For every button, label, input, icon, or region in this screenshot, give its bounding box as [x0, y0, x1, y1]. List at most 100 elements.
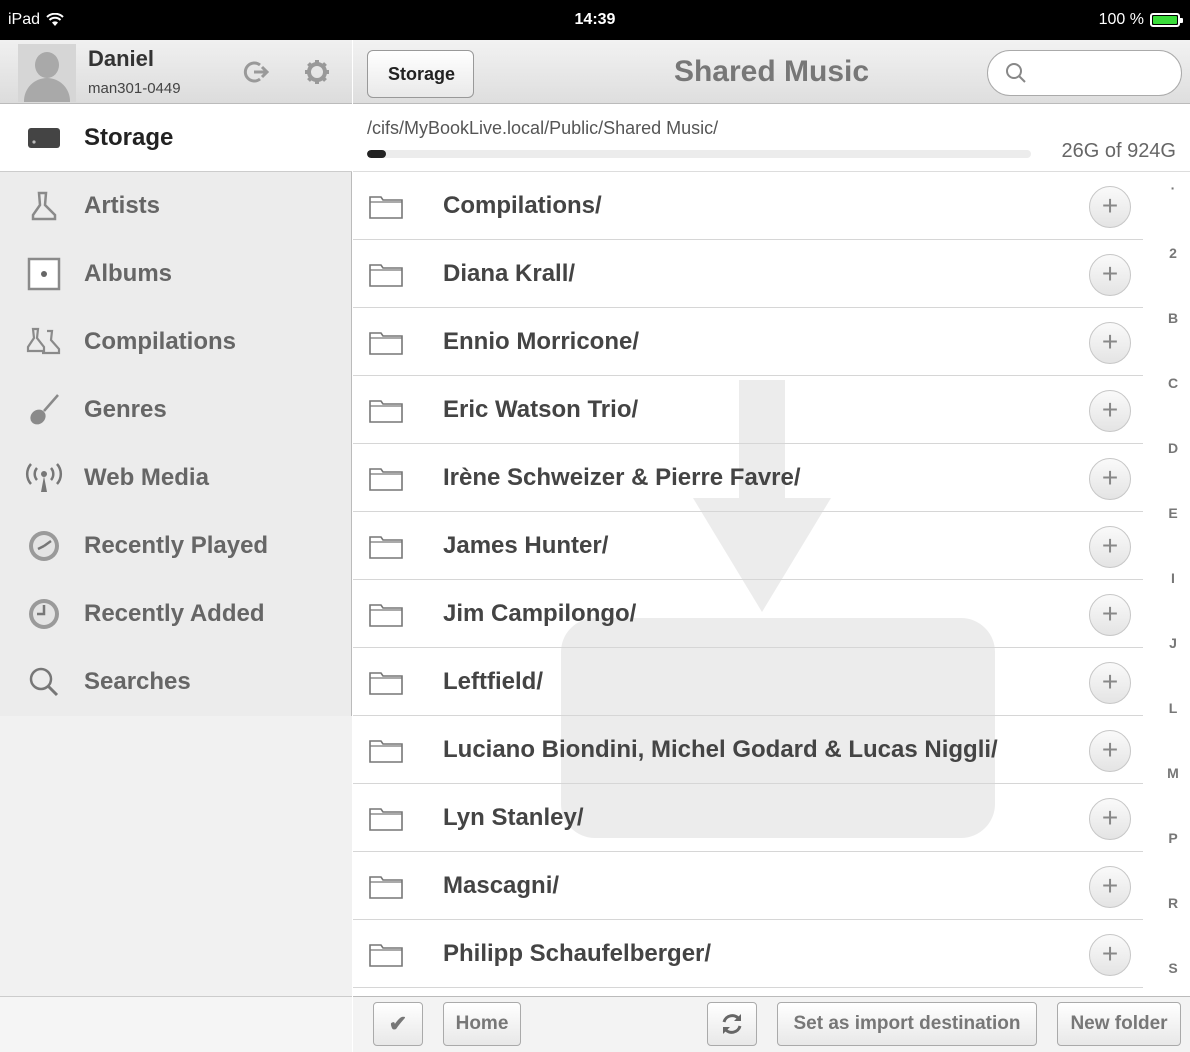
index-letter[interactable]: ·: [1161, 180, 1185, 245]
folder-row[interactable]: Mascagni/ +: [353, 852, 1143, 920]
artist-icon: [22, 186, 66, 226]
folder-name: Compilations/: [443, 192, 602, 219]
add-button[interactable]: +: [1089, 662, 1131, 704]
folder-icon: [369, 468, 403, 491]
folder-name: Irène Schweizer & Pierre Favre/: [443, 464, 801, 491]
set-import-destination-button[interactable]: Set as import destination: [777, 1002, 1037, 1046]
profile-header: Daniel man301-0449: [0, 40, 352, 104]
refresh-icon: [722, 1014, 742, 1034]
compilations-icon: [22, 322, 66, 362]
avatar[interactable]: [18, 44, 76, 102]
index-letter[interactable]: M: [1161, 765, 1185, 830]
sidebar-item-recently-added[interactable]: Recently Added: [0, 580, 352, 648]
folder-icon: [369, 672, 403, 695]
folder-icon: [369, 264, 403, 287]
index-letter[interactable]: E: [1161, 505, 1185, 570]
sidebar-item-label: Searches: [84, 668, 191, 695]
index-letter[interactable]: L: [1161, 700, 1185, 765]
index-letter[interactable]: D: [1161, 440, 1185, 505]
sidebar-footer: [0, 996, 352, 1052]
folder-row[interactable]: Luciano Biondini, Michel Godard & Lucas …: [353, 716, 1143, 784]
sidebar-item-label: Albums: [84, 260, 173, 287]
main-panel: Storage Shared Music /cifs/MyBookLive.lo…: [353, 40, 1190, 1052]
folder-name: Philipp Schaufelberger/: [443, 940, 712, 967]
battery-icon: [1150, 13, 1183, 27]
index-letter[interactable]: R: [1161, 895, 1185, 960]
add-button[interactable]: +: [1089, 526, 1131, 568]
add-button[interactable]: +: [1089, 730, 1131, 772]
folder-icon: [369, 740, 403, 763]
folder-row[interactable]: Philipp Schaufelberger/ +: [353, 920, 1143, 988]
add-button[interactable]: +: [1089, 594, 1131, 636]
storage-usage-text: 26G of 924G: [1061, 140, 1176, 162]
folder-row[interactable]: James Hunter/ +: [353, 512, 1143, 580]
sidebar-item-searches[interactable]: Searches: [0, 648, 352, 716]
folder-row[interactable]: Ennio Morricone/ +: [353, 308, 1143, 376]
nav-bar: Storage Shared Music: [353, 40, 1190, 104]
folder-name: Mascagni/: [443, 872, 560, 899]
album-icon: [22, 254, 66, 294]
add-button[interactable]: +: [1089, 458, 1131, 500]
add-button[interactable]: +: [1089, 934, 1131, 976]
add-button[interactable]: +: [1089, 186, 1131, 228]
sidebar-item-albums[interactable]: Albums: [0, 240, 352, 308]
sidebar-nav: Storage Artists Albums Compilations Genr…: [0, 104, 352, 716]
index-letter[interactable]: C: [1161, 375, 1185, 440]
folder-row[interactable]: Compilations/ +: [353, 172, 1143, 240]
folder-row[interactable]: Jim Campilongo/ +: [353, 580, 1143, 648]
section-index[interactable]: · 2 B C D E I J L M P R S: [1161, 180, 1185, 1025]
folder-row[interactable]: Diana Krall/ +: [353, 240, 1143, 308]
folder-name: James Hunter/: [443, 532, 609, 559]
index-letter[interactable]: P: [1161, 830, 1185, 895]
add-button[interactable]: +: [1089, 866, 1131, 908]
add-button[interactable]: +: [1089, 322, 1131, 364]
new-folder-button[interactable]: New folder: [1057, 1002, 1181, 1046]
index-letter[interactable]: B: [1161, 310, 1185, 375]
folder-row[interactable]: Eric Watson Trio/ +: [353, 376, 1143, 444]
sidebar-item-label: Web Media: [84, 464, 209, 491]
sidebar-item-label: Storage: [84, 123, 174, 151]
logout-button[interactable]: [242, 58, 270, 86]
folder-icon: [369, 604, 403, 627]
folder-list: Compilations/+ Diana Krall/+ Ennio Morrico…: [353, 172, 1143, 988]
sidebar-item-compilations[interactable]: Compilations: [0, 308, 352, 376]
broadcast-icon: [22, 458, 66, 498]
add-button[interactable]: +: [1089, 798, 1131, 840]
add-button[interactable]: +: [1089, 390, 1131, 432]
search-field[interactable]: [987, 50, 1182, 96]
folder-icon: [369, 332, 403, 355]
refresh-button[interactable]: [707, 1002, 757, 1046]
back-button[interactable]: Storage: [367, 50, 475, 98]
folder-icon: [369, 400, 403, 423]
path-bar: /cifs/MyBookLive.local/Public/Shared Mus…: [353, 104, 1190, 172]
current-path: /cifs/MyBookLive.local/Public/Shared Mus…: [367, 118, 719, 138]
storage-usage-fill: [367, 150, 386, 158]
folder-row[interactable]: Irène Schweizer & Pierre Favre/ +: [353, 444, 1143, 512]
clock: 14:39: [574, 11, 616, 28]
home-button[interactable]: Home: [443, 1002, 521, 1046]
sidebar-item-web-media[interactable]: Web Media: [0, 444, 352, 512]
search-icon: [22, 662, 66, 702]
clock-icon: [22, 526, 66, 566]
folder-row[interactable]: Leftfield/ +: [353, 648, 1143, 716]
sidebar-item-genres[interactable]: Genres: [0, 376, 352, 444]
sidebar-item-recently-played[interactable]: Recently Played: [0, 512, 352, 580]
select-button[interactable]: ✔: [373, 1002, 423, 1046]
search-input[interactable]: [1036, 59, 1171, 87]
logout-icon: [243, 61, 270, 83]
folder-row[interactable]: Lyn Stanley/ +: [353, 784, 1143, 852]
folder-name: Luciano Biondini, Michel Godard & Lucas …: [443, 736, 998, 763]
folder-name: Jim Campilongo/: [443, 600, 637, 627]
folder-icon: [369, 808, 403, 831]
folder-name: Ennio Morricone/: [443, 328, 640, 355]
folder-name: Diana Krall/: [443, 260, 576, 287]
clock-icon: [22, 594, 66, 634]
index-letter[interactable]: J: [1161, 635, 1185, 700]
settings-button[interactable]: [303, 58, 331, 86]
add-button[interactable]: +: [1089, 254, 1131, 296]
sidebar-item-storage[interactable]: Storage: [0, 104, 352, 172]
index-letter[interactable]: I: [1161, 570, 1185, 635]
sidebar-item-artists[interactable]: Artists: [0, 172, 352, 240]
folder-name: Eric Watson Trio/: [443, 396, 639, 423]
index-letter[interactable]: 2: [1161, 245, 1185, 310]
